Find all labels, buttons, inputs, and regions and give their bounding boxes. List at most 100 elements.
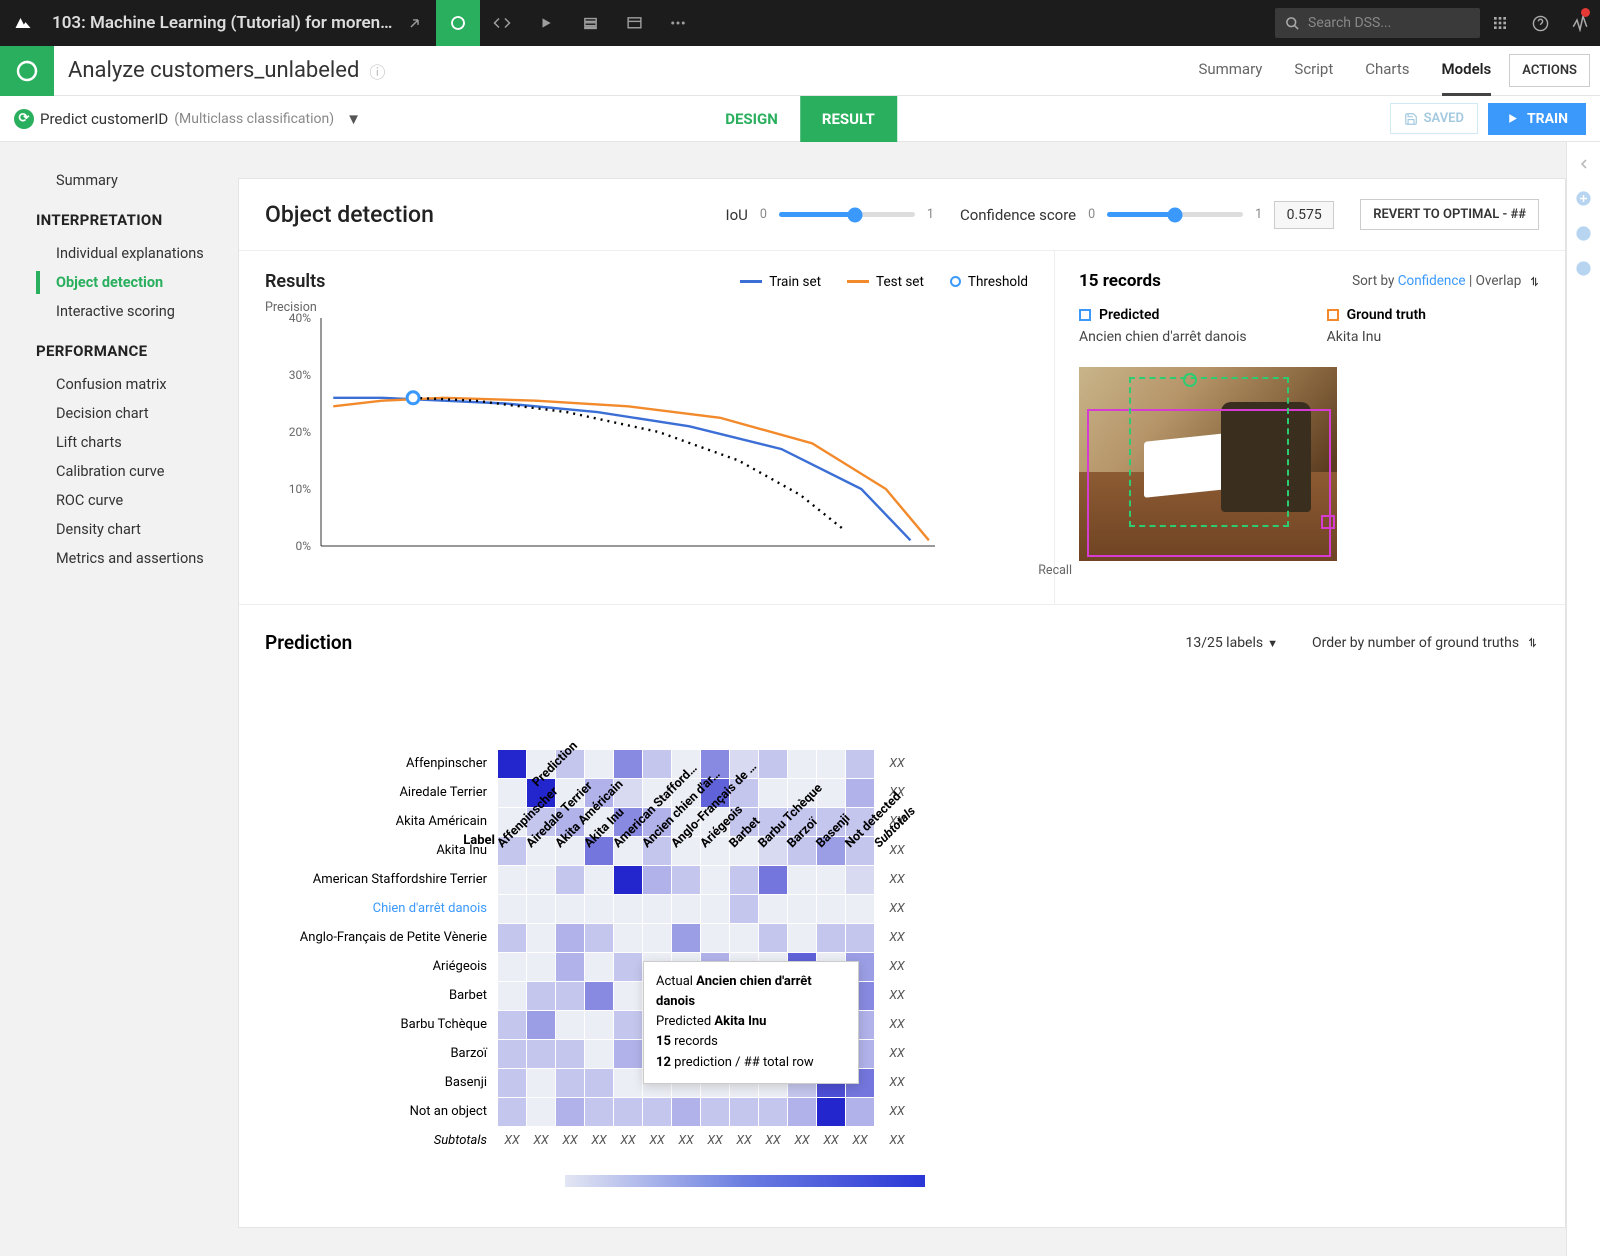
- matrix-cell[interactable]: [498, 895, 526, 923]
- matrix-cell[interactable]: [759, 750, 787, 778]
- sidenav-summary[interactable]: Summary: [0, 166, 238, 195]
- matrix-cell[interactable]: [585, 953, 613, 981]
- apps-icon[interactable]: [1480, 0, 1520, 46]
- matrix-cell[interactable]: [759, 1098, 787, 1126]
- sidenav-interactive-scoring[interactable]: Interactive scoring: [0, 297, 238, 326]
- sidenav-confusion-matrix[interactable]: Confusion matrix: [0, 370, 238, 399]
- app-logo-icon[interactable]: [0, 0, 46, 46]
- matrix-row-label[interactable]: Akita Américain: [265, 808, 497, 836]
- matrix-cell[interactable]: [614, 866, 642, 894]
- matrix-cell[interactable]: [614, 750, 642, 778]
- matrix-cell[interactable]: [788, 866, 816, 894]
- more-icon[interactable]: [656, 0, 700, 46]
- matrix-cell[interactable]: [817, 924, 845, 952]
- matrix-cell[interactable]: [614, 1040, 642, 1068]
- matrix-cell[interactable]: [585, 895, 613, 923]
- train-button[interactable]: TRAIN: [1488, 103, 1586, 135]
- matrix-cell[interactable]: [527, 895, 555, 923]
- labels-filter[interactable]: 13/25 labels▼: [1185, 635, 1278, 651]
- matrix-cell[interactable]: [556, 1040, 584, 1068]
- matrix-cell[interactable]: [643, 1098, 671, 1126]
- matrix-row-label[interactable]: Ariégeois: [265, 953, 497, 981]
- matrix-cell[interactable]: [788, 750, 816, 778]
- matrix-cell[interactable]: [730, 866, 758, 894]
- matrix-cell[interactable]: [585, 750, 613, 778]
- matrix-cell[interactable]: [527, 1040, 555, 1068]
- matrix-cell[interactable]: [527, 1069, 555, 1097]
- matrix-cell[interactable]: [846, 866, 874, 894]
- sidenav-calibration-curve[interactable]: Calibration curve: [0, 457, 238, 486]
- result-tab[interactable]: RESULT: [800, 96, 897, 142]
- matrix-cell[interactable]: [556, 924, 584, 952]
- matrix-cell[interactable]: [556, 895, 584, 923]
- matrix-cell[interactable]: [614, 953, 642, 981]
- matrix-cell[interactable]: [498, 982, 526, 1010]
- matrix-cell[interactable]: [556, 953, 584, 981]
- sidenav-lift-charts[interactable]: Lift charts: [0, 428, 238, 457]
- matrix-cell[interactable]: [672, 866, 700, 894]
- matrix-cell[interactable]: [817, 895, 845, 923]
- confidence-slider[interactable]: [1107, 212, 1243, 217]
- matrix-cell[interactable]: [672, 924, 700, 952]
- help-icon[interactable]: [1520, 0, 1560, 46]
- matrix-cell[interactable]: [498, 1011, 526, 1039]
- matrix-row-label[interactable]: Anglo-Français de Petite Vènerie: [265, 924, 497, 952]
- matrix-cell[interactable]: [788, 924, 816, 952]
- matrix-cell[interactable]: [614, 1069, 642, 1097]
- matrix-cell[interactable]: [643, 895, 671, 923]
- matrix-row-label[interactable]: Barzoï: [265, 1040, 497, 1068]
- matrix-row-label[interactable]: Barbet: [265, 982, 497, 1010]
- matrix-cell[interactable]: [585, 1011, 613, 1039]
- records-sort[interactable]: Sort by Confidence | Overlap: [1352, 273, 1541, 289]
- record-image[interactable]: [1079, 367, 1337, 561]
- matrix-cell[interactable]: [556, 1011, 584, 1039]
- matrix-row-label[interactable]: Akita Inu: [265, 837, 497, 865]
- matrix-cell[interactable]: [498, 866, 526, 894]
- matrix-cell[interactable]: [527, 953, 555, 981]
- code-icon[interactable]: [480, 0, 524, 46]
- matrix-cell[interactable]: [846, 779, 874, 807]
- tab-summary[interactable]: Summary: [1198, 45, 1262, 96]
- matrix-row-label[interactable]: Not an object: [265, 1098, 497, 1126]
- matrix-cell[interactable]: [585, 1098, 613, 1126]
- matrix-cell[interactable]: [817, 750, 845, 778]
- matrix-cell[interactable]: [759, 895, 787, 923]
- matrix-row-label[interactable]: Barbu Tchèque: [265, 1011, 497, 1039]
- matrix-cell[interactable]: [701, 1098, 729, 1126]
- play-icon[interactable]: [524, 0, 568, 46]
- info-icon[interactable]: ⓘ: [369, 59, 385, 83]
- sidenav-metrics-assertions[interactable]: Metrics and assertions: [0, 544, 238, 573]
- matrix-row-label[interactable]: Basenji: [265, 1069, 497, 1097]
- add-circle-icon[interactable]: [1575, 190, 1592, 207]
- matrix-cell[interactable]: [643, 924, 671, 952]
- matrix-cell[interactable]: [730, 1098, 758, 1126]
- activity-icon[interactable]: [1560, 0, 1600, 46]
- tab-script[interactable]: Script: [1294, 45, 1333, 96]
- matrix-cell[interactable]: [817, 866, 845, 894]
- project-title[interactable]: 103: Machine Learning (Tutorial) for mor…: [46, 13, 392, 33]
- dashboard-icon[interactable]: [612, 0, 656, 46]
- matrix-cell[interactable]: [498, 779, 526, 807]
- matrix-cell[interactable]: [846, 924, 874, 952]
- matrix-cell[interactable]: [730, 895, 758, 923]
- matrix-cell[interactable]: [585, 1069, 613, 1097]
- matrix-cell[interactable]: [498, 953, 526, 981]
- iou-slider[interactable]: [779, 212, 915, 217]
- matrix-cell[interactable]: [614, 924, 642, 952]
- back-arrow-icon[interactable]: [1576, 156, 1592, 172]
- matrix-cell[interactable]: [527, 866, 555, 894]
- matrix-cell[interactable]: [498, 750, 526, 778]
- matrix-cell[interactable]: [614, 895, 642, 923]
- matrix-cell[interactable]: [556, 1098, 584, 1126]
- matrix-cell[interactable]: [846, 895, 874, 923]
- actions-button[interactable]: ACTIONS: [1509, 54, 1590, 87]
- flow-icon[interactable]: [436, 0, 480, 46]
- matrix-row-label[interactable]: Airedale Terrier: [265, 779, 497, 807]
- info-circle-icon[interactable]: [1575, 225, 1592, 242]
- matrix-cell[interactable]: [498, 1069, 526, 1097]
- sidenav-object-detection[interactable]: Object detection: [0, 268, 238, 297]
- matrix-row-label[interactable]: American Staffordshire Terrier: [265, 866, 497, 894]
- matrix-cell[interactable]: [672, 895, 700, 923]
- tab-models[interactable]: Models: [1442, 45, 1492, 96]
- matrix-cell[interactable]: [788, 1098, 816, 1126]
